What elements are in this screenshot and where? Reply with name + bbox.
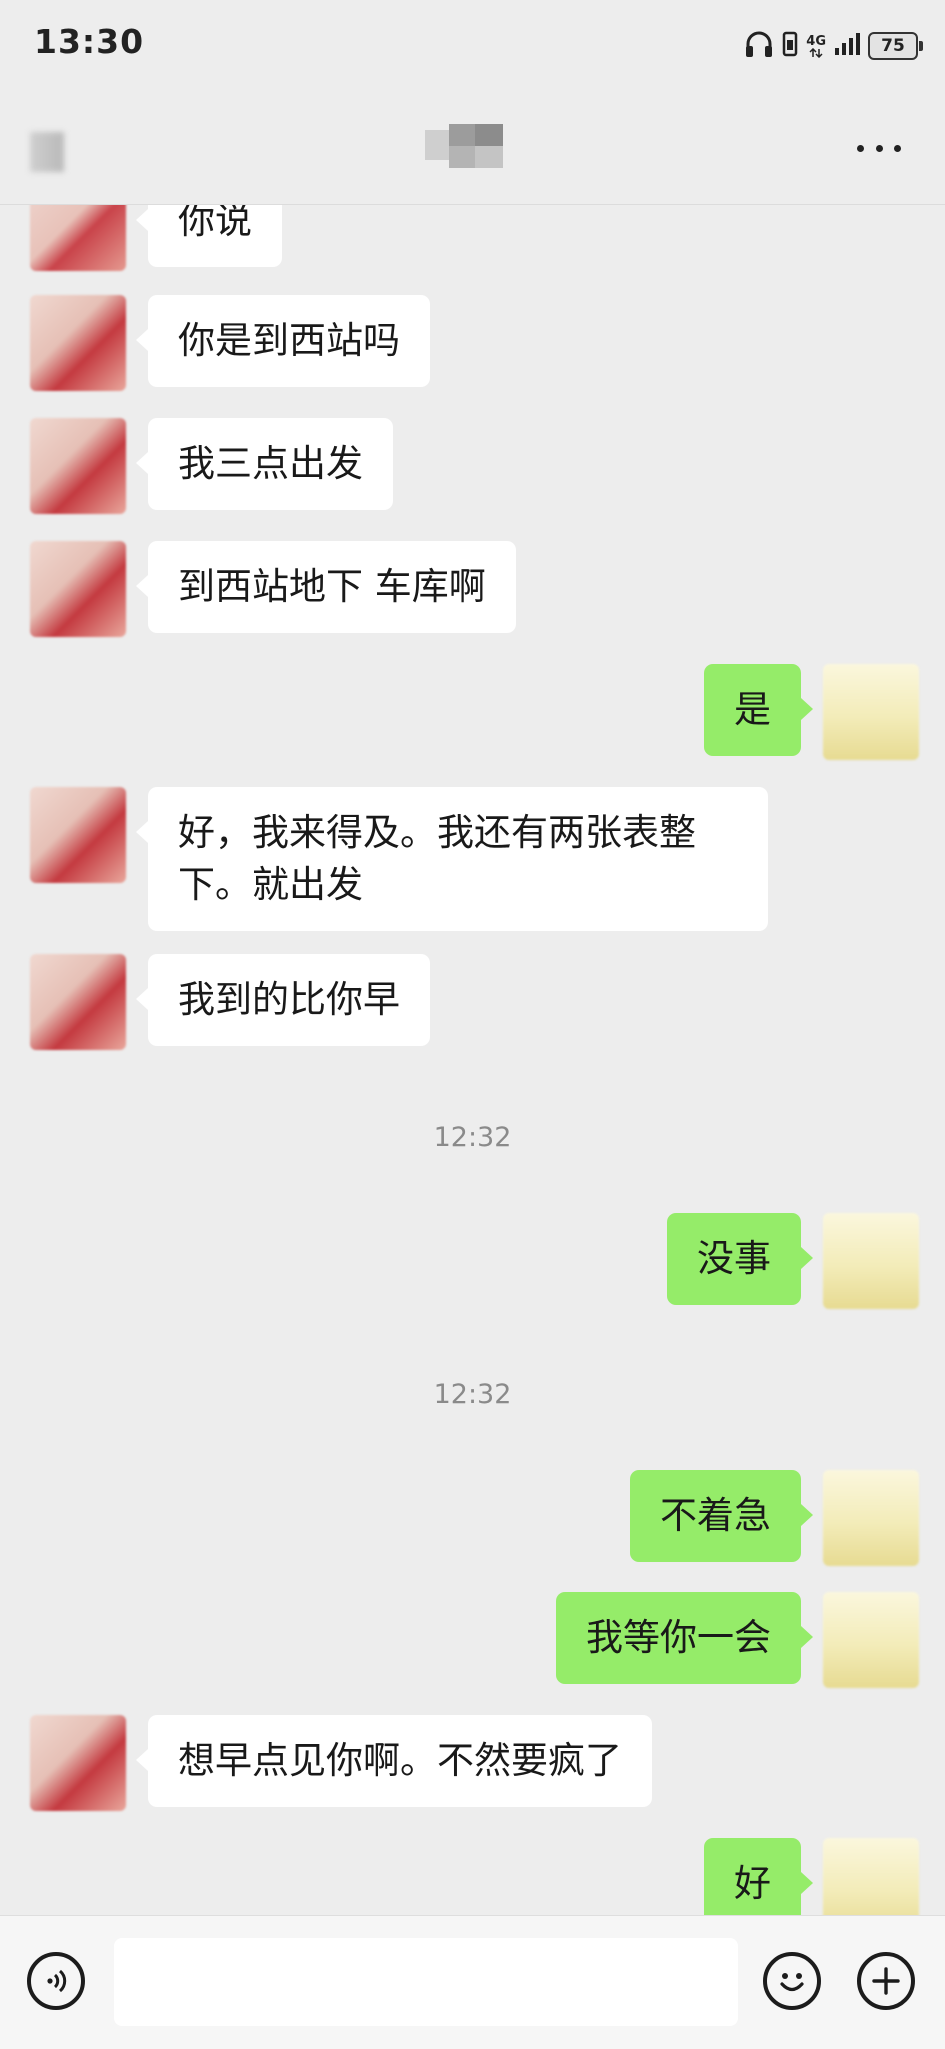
signal-icon	[834, 32, 860, 60]
battery-icon: 75	[868, 32, 923, 60]
message-bubble[interactable]: 我三点出发	[136, 418, 393, 510]
message-bubble[interactable]: 好	[704, 1838, 813, 1915]
message-bubble[interactable]: 没事	[667, 1213, 813, 1305]
emoji-icon[interactable]	[763, 1952, 821, 2010]
self-avatar[interactable]	[823, 1592, 919, 1688]
plus-icon[interactable]	[857, 1952, 915, 2010]
network-type: 4G	[806, 35, 826, 58]
back-icon[interactable]	[30, 132, 64, 172]
self-avatar[interactable]	[823, 664, 919, 760]
contact-avatar[interactable]	[30, 787, 126, 883]
contact-avatar[interactable]	[30, 205, 126, 271]
battery-tip	[919, 41, 923, 51]
message-bubble[interactable]: 好，我来得及。我还有两张表整下。就出发	[136, 787, 768, 931]
headphones-icon	[744, 30, 774, 62]
self-avatar[interactable]	[823, 1213, 919, 1309]
message-bubble[interactable]: 你说	[136, 205, 282, 267]
battery-level: 75	[868, 32, 918, 60]
message-bubble[interactable]: 你是到西站吗	[136, 295, 430, 387]
contact-avatar[interactable]	[30, 418, 126, 514]
contact-avatar[interactable]	[30, 295, 126, 391]
message-input[interactable]	[114, 1938, 738, 2026]
chat-messages[interactable]: 你说 你是到西站吗 我三点出发 到西站地下 车库啊 是 好，我来得及。我还有两张…	[0, 205, 945, 1915]
status-bar: 13:30 4G 75	[0, 0, 945, 92]
contact-name-blurred	[425, 124, 505, 168]
input-bar	[0, 1915, 945, 2049]
chat-header	[0, 92, 945, 205]
contact-avatar[interactable]	[30, 541, 126, 637]
self-avatar[interactable]	[823, 1470, 919, 1566]
more-icon[interactable]	[857, 142, 901, 154]
message-bubble[interactable]: 我到的比你早	[136, 954, 430, 1046]
message-bubble[interactable]: 是	[704, 664, 813, 756]
message-bubble[interactable]: 不着急	[630, 1470, 813, 1562]
sim-icon	[782, 31, 798, 61]
message-bubble[interactable]: 我等你一会	[556, 1592, 813, 1684]
message-timestamp: 12:32	[433, 1122, 512, 1153]
status-icons: 4G 75	[744, 28, 923, 64]
self-avatar[interactable]	[823, 1838, 919, 1915]
contact-avatar[interactable]	[30, 954, 126, 1050]
network-label: 4G	[806, 33, 826, 49]
message-bubble[interactable]: 想早点见你啊。不然要疯了	[136, 1715, 652, 1807]
contact-avatar[interactable]	[30, 1715, 126, 1811]
message-bubble[interactable]: 到西站地下 车库啊	[136, 541, 516, 633]
voice-icon[interactable]	[27, 1952, 85, 2010]
message-timestamp: 12:32	[433, 1379, 512, 1410]
status-time: 13:30	[34, 22, 145, 61]
